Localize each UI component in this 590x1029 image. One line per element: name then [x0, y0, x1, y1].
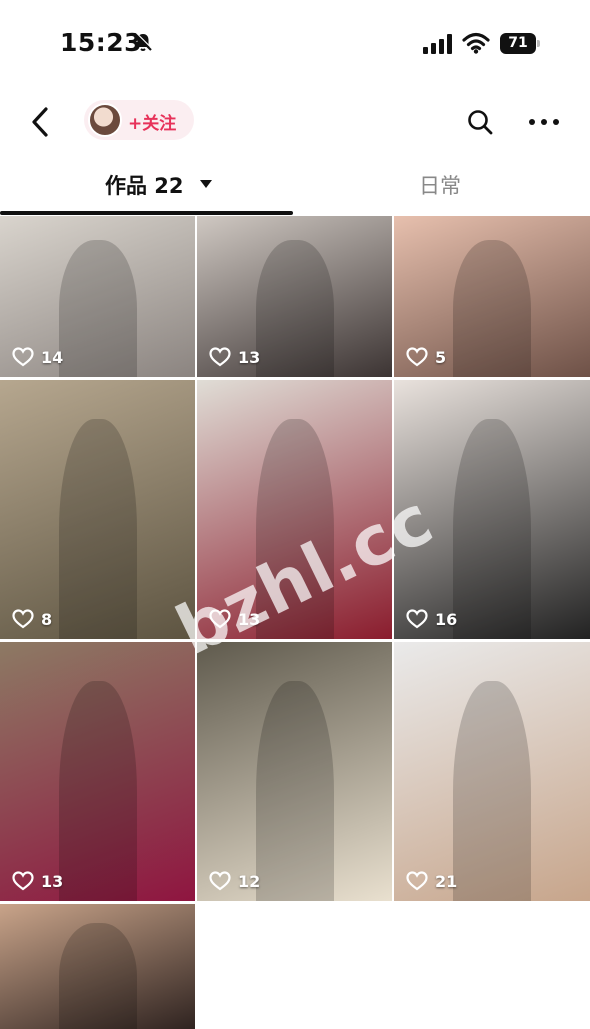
like-count-value: 13 — [41, 871, 64, 891]
heart-icon — [209, 347, 231, 367]
photo-subject — [452, 240, 532, 377]
heart-icon — [406, 609, 428, 629]
mute-bell-icon — [134, 32, 153, 51]
like-count: 5 — [406, 347, 446, 367]
post-thumbnail[interactable]: 14 — [0, 216, 195, 377]
like-count: 16 — [406, 609, 457, 629]
like-count: 14 — [12, 347, 63, 367]
like-count: 13 — [12, 871, 63, 891]
like-count: 21 — [406, 871, 457, 891]
like-count-value: 14 — [41, 347, 64, 367]
heart-icon — [406, 871, 428, 891]
heart-icon — [406, 347, 428, 367]
post-thumbnail[interactable]: 13 — [197, 216, 392, 377]
profile-tabs: 作品 22 日常 — [0, 160, 590, 216]
post-thumbnail[interactable]: 21 — [394, 642, 590, 901]
post-thumbnail[interactable]: 5 — [394, 216, 590, 377]
battery-level: 71 — [500, 33, 536, 54]
active-tab-indicator — [0, 211, 293, 215]
photo-subject — [255, 680, 334, 901]
photo-subject — [452, 680, 532, 901]
more-options-icon[interactable] — [528, 112, 560, 132]
dropdown-triangle-icon[interactable] — [199, 179, 213, 189]
like-count-value: 8 — [41, 609, 53, 629]
photo-subject — [255, 240, 334, 377]
heart-icon — [12, 347, 34, 367]
follow-button[interactable]: +关注 — [84, 100, 194, 140]
photo-subject — [58, 240, 137, 377]
status-time: 15:23 — [60, 28, 143, 57]
heart-icon — [209, 871, 231, 891]
post-thumbnail[interactable] — [0, 904, 195, 1029]
like-count-value: 21 — [435, 871, 458, 891]
tab-daily[interactable]: 日常 — [419, 170, 461, 200]
like-count-value: 12 — [238, 871, 261, 891]
like-count-value: 5 — [435, 347, 447, 367]
wifi-icon — [462, 32, 490, 54]
heart-icon — [12, 609, 34, 629]
photo-subject — [58, 418, 137, 639]
cellular-signal-icon — [423, 34, 452, 54]
heart-icon — [12, 871, 34, 891]
search-icon[interactable] — [466, 108, 494, 136]
like-count-value: 16 — [435, 609, 458, 629]
photo-subject — [452, 418, 532, 639]
photo-subject — [58, 680, 137, 901]
avatar[interactable] — [88, 103, 122, 137]
like-count: 8 — [12, 609, 52, 629]
like-count-value: 13 — [238, 347, 261, 367]
battery-icon: 71 — [500, 33, 540, 54]
back-arrow-icon[interactable] — [26, 104, 56, 140]
post-thumbnail[interactable]: 13 — [0, 642, 195, 901]
tab-works[interactable]: 作品 22 — [105, 170, 184, 200]
like-count: 12 — [209, 871, 260, 891]
top-nav: +关注 — [0, 96, 590, 148]
follow-label: +关注 — [128, 114, 177, 134]
photo-subject — [58, 922, 137, 1029]
status-bar: 15:23 71 — [0, 0, 590, 88]
post-thumbnail[interactable]: 12 — [197, 642, 392, 901]
like-count: 13 — [209, 347, 260, 367]
